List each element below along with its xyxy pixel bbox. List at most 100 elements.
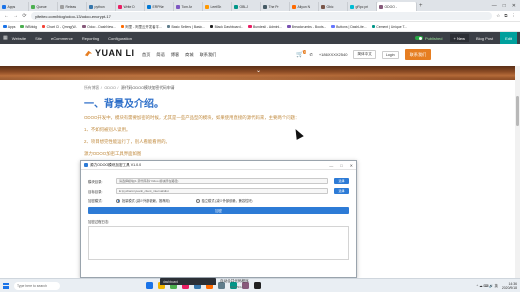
tab-label: ODOO - — [384, 4, 397, 9]
target-dir-input[interactable]: E:\pycharm\yuanli_client_internal\dist — [116, 188, 328, 194]
mode-radio-standalone[interactable]: 独立模式 (减少外部依赖，兼容性好) — [195, 198, 252, 203]
log-textarea[interactable] — [88, 226, 349, 260]
bookmark-item[interactable]: Basic Sellers | Basic... — [166, 25, 205, 29]
menu-dots-icon[interactable]: ⋮ — [512, 13, 517, 19]
bookmark-favicon-icon — [331, 24, 335, 29]
bookmark-label: Black Dashboard... — [214, 24, 244, 29]
contact-us-button[interactable]: 联系我们 — [404, 49, 432, 60]
browser-tab[interactable]: ERPNe — [145, 2, 174, 11]
bookmark-item[interactable]: Black Dashboard... — [209, 24, 244, 29]
maximize-icon[interactable]: □ — [340, 163, 342, 168]
logo-text: YUAN LI — [95, 48, 135, 58]
browser-tab[interactable]: Write D — [116, 2, 145, 11]
browser-toolbar-icons: ☆ ⧉ ⋮ — [496, 13, 516, 19]
module-dir-browse-button[interactable]: 选择 — [334, 178, 349, 184]
browser-tab[interactable]: gRpc pri — [348, 2, 377, 11]
close-icon[interactable]: ✕ — [350, 163, 353, 168]
bookmark-item[interactable]: Breadcrumbs - Boots... — [287, 25, 326, 29]
browser-tab[interactable]: The Pr — [261, 2, 290, 11]
minimize-icon[interactable]: — — [329, 163, 333, 168]
taskbar-app-icon[interactable] — [254, 282, 261, 289]
bookmark-label: Chart Cl - Qmng(W.. — [46, 24, 78, 29]
forward-arrow-icon[interactable]: → — [13, 13, 18, 19]
maximize-icon[interactable]: □ — [503, 3, 506, 9]
taskbar-search-input[interactable]: Type here to search — [14, 281, 60, 290]
browser-tab[interactable]: Releas — [58, 2, 87, 11]
menu-item-contact[interactable]: 联系我们 — [200, 52, 217, 58]
chevron-down-icon[interactable]: ⌄ — [256, 67, 261, 74]
odoo-menu-reporting[interactable]: Reporting — [82, 36, 99, 41]
edit-button[interactable]: Edit — [500, 32, 517, 44]
browser-tab[interactable]: OBLJ — [232, 2, 261, 11]
tab-label: Queue — [36, 4, 47, 9]
desert-banner: ⌄ — [0, 66, 520, 80]
browser-tab[interactable]: Queue — [29, 2, 58, 11]
dialog-title: 源力ODOO模块加密工具 V1.0.0 — [90, 162, 142, 167]
new-tab-button[interactable]: + — [419, 3, 423, 9]
browser-tab[interactable]: ODOO - — [377, 2, 417, 11]
back-arrow-icon[interactable]: ← — [4, 13, 9, 19]
module-dir-input[interactable]: 请选择模块(1.源代码到/ Odoo 模块所在路径) — [116, 178, 328, 184]
login-link[interactable]: Login — [381, 50, 399, 59]
phone-number: +186XXXX2540 — [318, 52, 348, 57]
published-label: Published — [424, 35, 443, 41]
clock[interactable]: 14:36 2020/9/18 — [502, 282, 517, 290]
scrollbar-thumb[interactable] — [516, 96, 519, 126]
bookmark-favicon-icon — [248, 24, 252, 29]
menu-item-home[interactable]: 首页 — [142, 52, 150, 58]
url-input[interactable]: yifeitec.com/blog/odoo-13/odoo-encrypt-1… — [31, 12, 493, 20]
breadcrumb-odoo[interactable]: ODOO — [104, 86, 116, 90]
bookmark-item[interactable]: Chart Cl - Qmng(W.. — [41, 24, 78, 29]
bookmark-item[interactable]: Odoo - DashNew... — [82, 25, 116, 29]
browser-tab[interactable]: Tom Ar — [174, 2, 203, 11]
mode-radio-batch[interactable]: 批量模式 (减少外部依赖，推荐用) — [116, 198, 170, 203]
language-select[interactable]: 简体中文 — [353, 50, 376, 59]
site-header: YUAN LI 首页 简语 博客 商城 联系我们 🛒 0 ✆ +186XXXX25… — [0, 44, 520, 66]
menu-item-shop[interactable]: 商城 — [185, 52, 193, 58]
tab-favicon-icon — [147, 4, 151, 9]
window-controls: — □ ✕ — [492, 3, 520, 9]
target-dir-browse-button[interactable]: 选择 — [334, 188, 349, 194]
browser-tab[interactable]: LeetSh — [203, 2, 232, 11]
windows-taskbar: Type here to search ^ ☁ ⌨ 🔊 英 14:36 2020… — [0, 278, 520, 292]
extensions-icon[interactable]: ⧉ — [504, 13, 507, 19]
odoo-menu-configuration[interactable]: Configuration — [108, 36, 132, 41]
menu-item-jianyu[interactable]: 简语 — [156, 52, 164, 58]
mode-radio-group: 批量模式 (减少外部依赖，推荐用) 独立模式 (减少外部依赖，兼容性好) — [116, 198, 252, 203]
bookmark-item[interactable]: WBbldg — [20, 25, 37, 29]
odoo-menu-website[interactable]: Website — [12, 36, 26, 41]
mode-radio-batch-label: 批量模式 (减少外部依赖，推荐用) — [122, 199, 170, 203]
star-icon[interactable]: ☆ — [496, 13, 500, 19]
grid-icon[interactable]: ▦ — [3, 35, 8, 41]
bookmark-item[interactable]: Bundesli - Adminl... — [248, 25, 282, 29]
bookmark-item[interactable]: Buttons | DashLite... — [331, 24, 367, 29]
app-icon — [84, 163, 88, 167]
blog-post-button[interactable]: Blog Post — [476, 36, 493, 41]
encrypt-button[interactable]: 加密 — [88, 207, 349, 214]
cart-icon[interactable]: 🛒 0 — [296, 50, 307, 58]
close-icon[interactable]: ✕ — [512, 3, 516, 9]
reload-icon[interactable]: ⟳ — [22, 13, 27, 19]
browser-tab[interactable]: Gbic — [319, 2, 348, 11]
bookmark-item[interactable]: Cement | Unique T... — [371, 25, 407, 29]
published-toggle[interactable]: Published — [414, 35, 443, 41]
bookmark-favicon-icon — [287, 24, 291, 29]
minimize-icon[interactable]: — — [492, 3, 497, 9]
taskbar-popup[interactable]: dashboard — [160, 278, 216, 285]
windows-start-icon[interactable] — [3, 282, 9, 289]
new-button[interactable]: + New — [449, 34, 469, 42]
site-logo[interactable]: YUAN LI — [84, 48, 135, 58]
breadcrumb-all-blogs[interactable]: 所有博客 — [84, 86, 99, 90]
browser-tab[interactable]: Aliyun N — [290, 2, 319, 11]
tray-icons[interactable]: ^ ☁ ⌨ 🔊 英 — [477, 283, 498, 288]
taskbar-app-icon[interactable] — [146, 282, 153, 289]
page-scrollbar[interactable] — [515, 66, 520, 278]
odoo-menu-ecommerce[interactable]: eCommerce — [51, 36, 73, 41]
bookmark-item[interactable]: 阿里 - 阿里云开发者平... — [120, 24, 162, 29]
menu-item-blog[interactable]: 博客 — [171, 52, 179, 58]
odoo-menu-site[interactable]: Site — [35, 36, 42, 41]
bookmark-label: Breadcrumbs - Boots... — [291, 24, 327, 29]
browser-tab[interactable]: python — [87, 2, 116, 11]
bookmark-item[interactable]: Apps — [3, 25, 15, 29]
browser-tab[interactable]: Apps — [0, 2, 29, 11]
